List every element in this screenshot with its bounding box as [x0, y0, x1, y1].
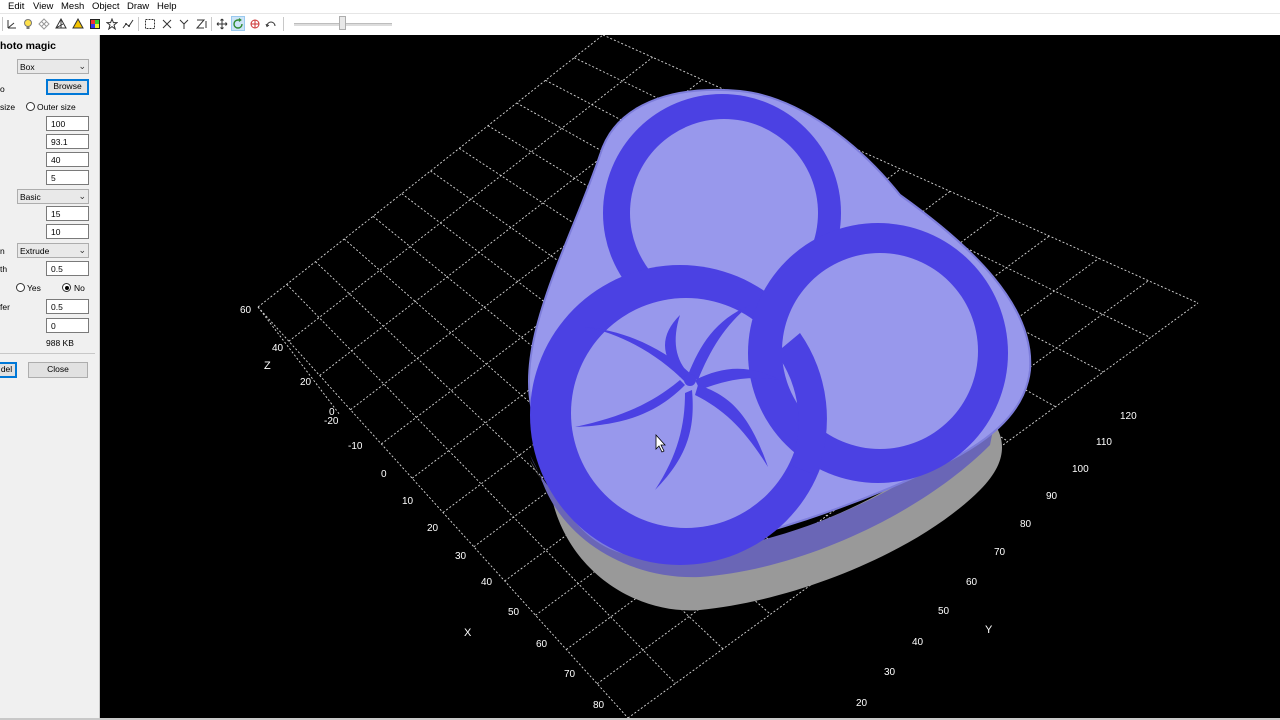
file-size-text: 988 KB [46, 338, 74, 348]
menu-object[interactable]: Object [92, 1, 119, 12]
panel-divider [0, 353, 95, 354]
toolbar [0, 14, 1280, 34]
value-field-1[interactable]: 100 [46, 116, 89, 131]
axes-icon[interactable] [5, 16, 19, 31]
mirror-x-icon[interactable] [160, 16, 174, 31]
toolbar-separator [211, 17, 212, 31]
z-axis-label: Z [264, 360, 271, 372]
menu-help[interactable]: Help [157, 1, 177, 12]
no-label: No [74, 283, 85, 293]
move-icon[interactable] [215, 16, 229, 31]
light-icon[interactable] [21, 16, 35, 31]
value-field-3[interactable]: 40 [46, 152, 89, 167]
scene-svg[interactable]: 6040200Z-20-1001020304050607080X20304050… [100, 35, 1280, 718]
grid-icon[interactable] [37, 16, 51, 31]
x-tick-label: -20 [324, 416, 339, 427]
x-tick-label: -10 [348, 441, 363, 452]
graph-icon[interactable] [121, 16, 135, 31]
zero-field[interactable]: 0 [46, 318, 89, 333]
value-field-4[interactable]: 5 [46, 170, 89, 185]
x-tick-label: 0 [381, 469, 387, 480]
menu-view[interactable]: View [33, 1, 53, 12]
y-tick-label: 20 [856, 698, 868, 709]
mirror-y-icon[interactable] [177, 16, 191, 31]
x-tick-label: 60 [536, 639, 548, 650]
y-tick-label: 80 [1020, 519, 1032, 530]
y-tick-label: 90 [1046, 491, 1058, 502]
y-tick-label: 100 [1072, 464, 1089, 475]
x-axis-label: X [464, 627, 472, 639]
rotate-icon[interactable] [231, 16, 245, 31]
chevron-down-icon: ⌄ [78, 191, 86, 201]
menu-edit[interactable]: Edit [8, 1, 24, 12]
menu-draw[interactable]: Draw [127, 1, 149, 12]
y-tick-label: 60 [966, 577, 978, 588]
no-radio[interactable] [62, 283, 71, 292]
wireframe-icon[interactable] [54, 16, 68, 31]
extrude-select-value: Extrude [20, 246, 50, 256]
chevron-down-icon: ⌄ [78, 245, 86, 255]
extrude-label: n [0, 246, 5, 256]
chevron-down-icon: ⌄ [78, 61, 86, 71]
star-icon[interactable] [105, 16, 119, 31]
scale-icon[interactable] [248, 16, 262, 31]
yes-radio[interactable] [16, 283, 25, 292]
toolbar-separator [138, 17, 139, 31]
outer-size-radio[interactable] [26, 102, 35, 111]
panel-title: hoto magic [0, 40, 57, 52]
yes-label: Yes [27, 283, 41, 293]
undo-icon[interactable] [264, 16, 278, 31]
toolbar-separator [283, 17, 284, 31]
fer-field[interactable]: 0.5 [46, 299, 89, 314]
z-tick-label: 60 [240, 305, 252, 316]
mirror-z-icon[interactable] [194, 16, 208, 31]
photo-magic-panel: hoto magic Box ⌄ o Browse size Outer size… [0, 35, 100, 718]
menu-mesh[interactable]: Mesh [61, 1, 84, 12]
value-field-5[interactable]: 15 [46, 206, 89, 221]
y-tick-label: 30 [884, 667, 896, 678]
z-tick-label: 20 [300, 377, 312, 388]
menu-bar: Edit View Mesh Object Draw Help [0, 0, 1280, 14]
outer-size-label: Outer size [37, 102, 76, 112]
shape-select[interactable]: Box ⌄ [17, 59, 89, 74]
mode-select[interactable]: Basic ⌄ [17, 189, 89, 204]
y-axis-label: Y [985, 624, 993, 636]
toolbar-separator [2, 17, 3, 31]
y-tick-label: 70 [994, 547, 1006, 558]
shaded-icon[interactable] [71, 16, 85, 31]
x-tick-label: 70 [564, 669, 576, 680]
3d-viewport[interactable]: 60 40 20 0 Z -20 -10 0 10 20 30 40 50 60 70 80 X 20 30 40 50… [100, 35, 1280, 718]
x-tick-label: 10 [402, 496, 414, 507]
x-tick-label: 50 [508, 607, 520, 618]
value-field-6[interactable]: 10 [46, 224, 89, 239]
y-tick-label: 50 [938, 606, 950, 617]
browse-button[interactable]: Browse [46, 79, 89, 95]
x-tick-label: 30 [455, 551, 467, 562]
x-tick-label: 20 [427, 523, 439, 534]
shape-select-value: Box [20, 62, 35, 72]
mode-select-value: Basic [20, 192, 41, 202]
x-tick-label: 80 [593, 700, 605, 711]
extrude-select[interactable]: Extrude ⌄ [17, 243, 89, 258]
value-field-2[interactable]: 93.1 [46, 134, 89, 149]
close-button[interactable]: Close [28, 362, 88, 378]
select-box-icon[interactable] [143, 16, 157, 31]
y-tick-label: 40 [912, 637, 924, 648]
browse-row-label: o [0, 84, 5, 94]
y-tick-label: 120 [1120, 411, 1137, 422]
depth-field[interactable]: 0.5 [46, 261, 89, 276]
z-tick-label: 40 [272, 343, 284, 354]
y-tick-label: 110 [1096, 437, 1112, 448]
x-tick-label: 40 [481, 577, 493, 588]
fer-label: fer [0, 302, 10, 312]
depth-label: th [0, 264, 8, 274]
size-label: size [0, 102, 16, 112]
palette-icon[interactable] [88, 16, 102, 31]
zoom-slider-thumb[interactable] [339, 16, 346, 30]
model-button[interactable]: del [0, 362, 17, 378]
